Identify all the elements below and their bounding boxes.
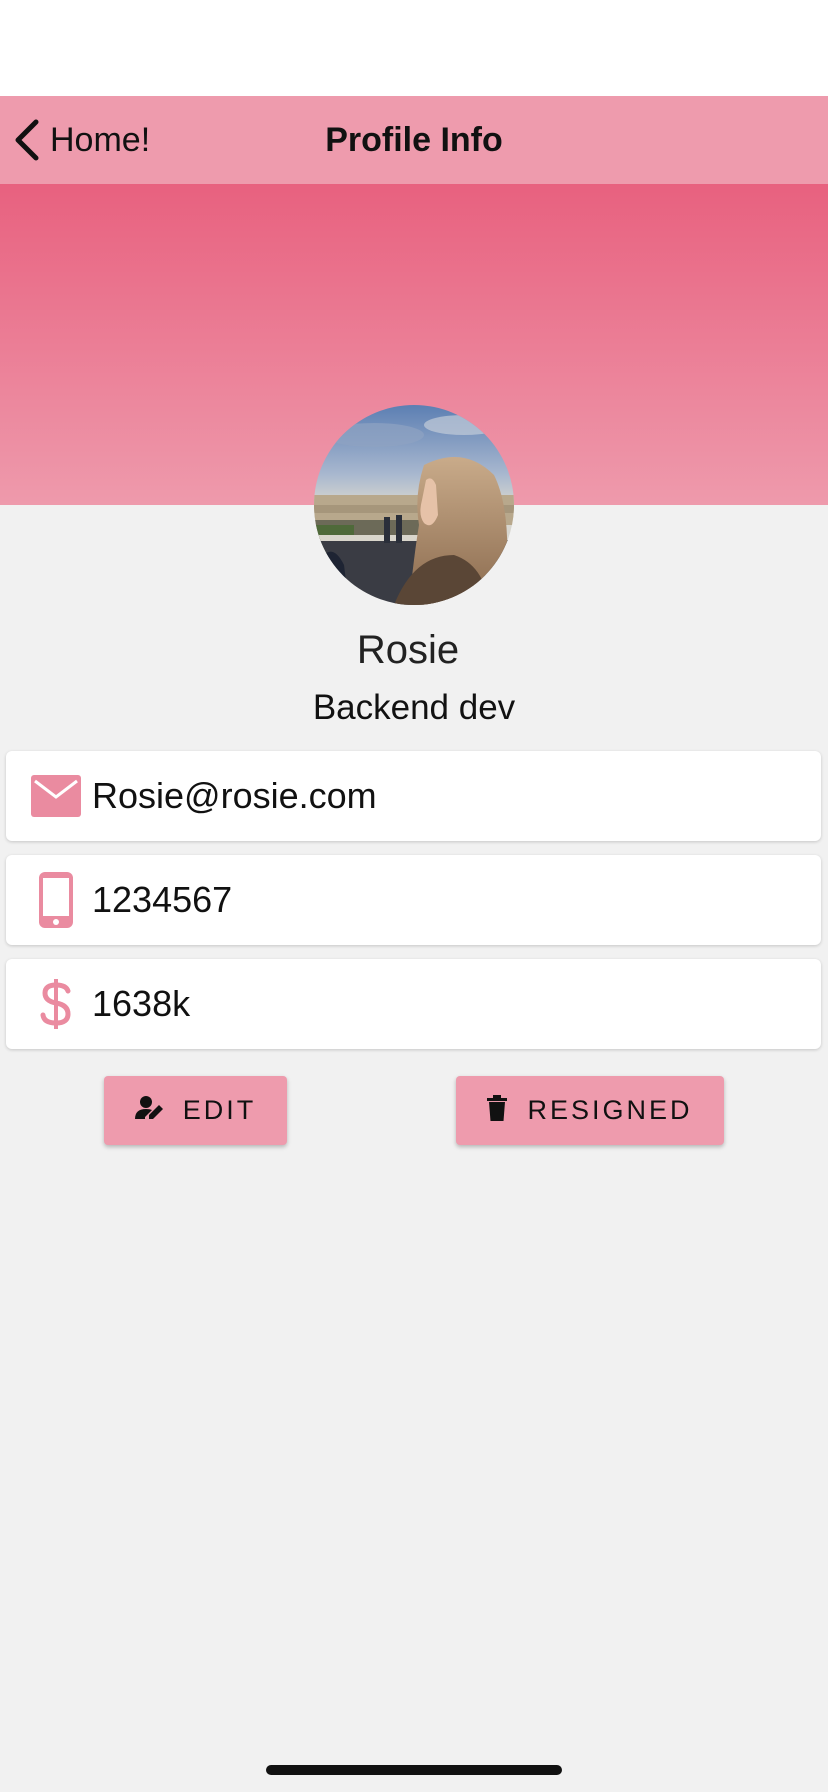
mail-icon <box>26 751 86 841</box>
user-edit-icon <box>134 1095 163 1126</box>
page-title: Profile Info <box>325 121 503 159</box>
phone-icon <box>26 855 86 945</box>
avatar <box>314 405 514 605</box>
salary-value: 1638k <box>92 983 191 1024</box>
phone-card[interactable]: 1234567 <box>6 855 821 945</box>
navigation-bar: Home! Profile Info <box>0 96 828 185</box>
edit-button-label: EDIT <box>182 1095 257 1125</box>
resigned-button-label: RESIGNED <box>527 1095 693 1125</box>
resigned-button[interactable]: RESIGNED <box>456 1076 724 1145</box>
salary-card[interactable]: 1638k <box>6 959 821 1049</box>
back-button[interactable]: Home! <box>12 96 150 184</box>
trash-icon <box>487 1095 508 1126</box>
status-bar <box>0 0 828 96</box>
home-indicator[interactable] <box>266 1765 562 1775</box>
email-card[interactable]: Rosie@rosie.com <box>6 751 821 841</box>
phone-value: 1234567 <box>92 879 233 920</box>
edit-button[interactable]: EDIT <box>104 1076 287 1145</box>
profile-role: Backend dev <box>312 688 516 727</box>
back-label: Home! <box>50 120 151 159</box>
chevron-left-icon <box>12 118 42 162</box>
email-value: Rosie@rosie.com <box>92 775 377 816</box>
dollar-icon <box>26 959 86 1049</box>
profile-name: Rosie <box>356 628 460 672</box>
